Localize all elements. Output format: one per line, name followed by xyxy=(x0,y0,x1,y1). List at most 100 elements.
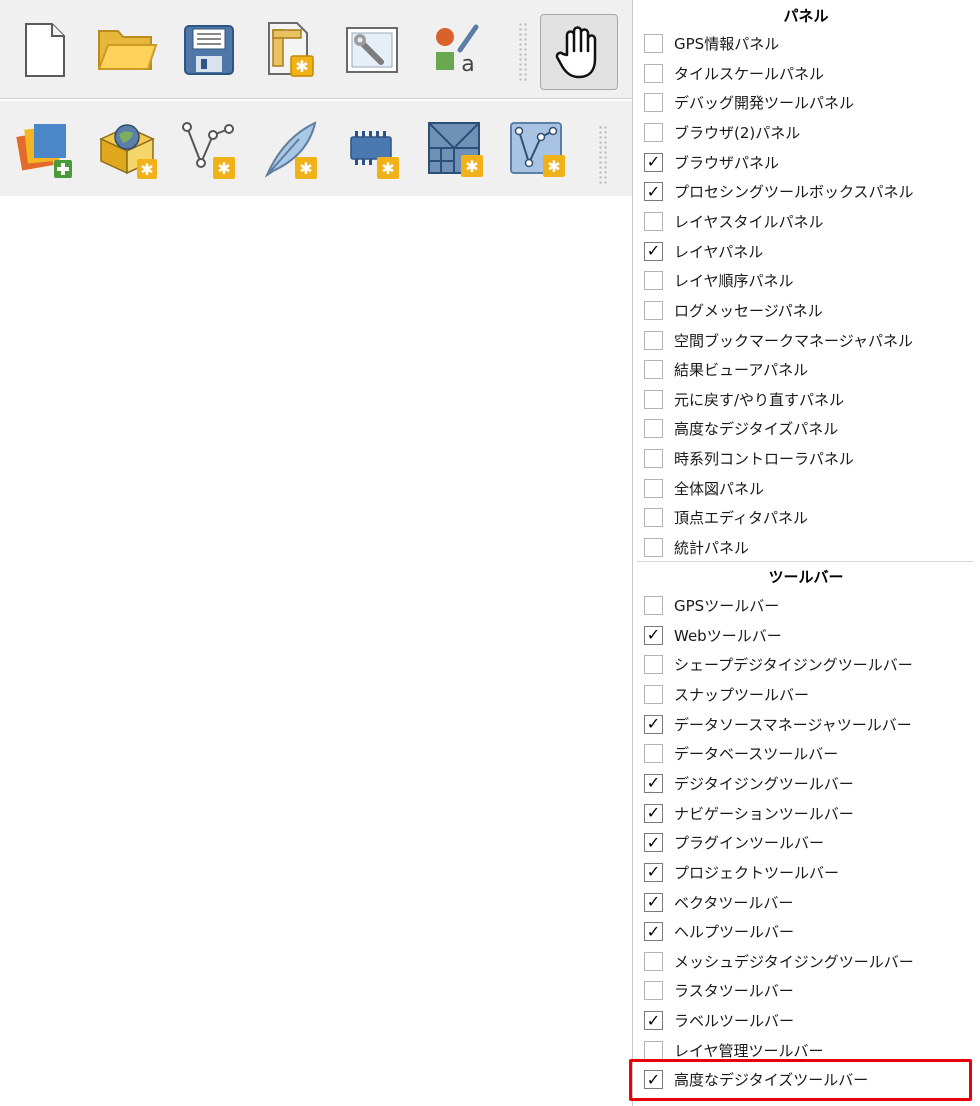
menu-item-checkbox[interactable] xyxy=(644,744,663,764)
menu-item[interactable]: ✓ ヘルプツールバー xyxy=(633,917,979,946)
menu-item[interactable]: スナップツールバー xyxy=(633,680,979,709)
menu-item[interactable]: レイヤ順序パネル xyxy=(633,266,979,295)
menu-item-checkbox[interactable] xyxy=(644,63,663,83)
menu-item-label: デバッグ開発ツールパネル xyxy=(674,94,855,113)
menu-item[interactable]: ブラウザ(2)パネル xyxy=(633,118,979,147)
menu-item-checkbox[interactable]: ✓ xyxy=(644,922,663,942)
menu-item[interactable]: ✓ ブラウザパネル xyxy=(633,148,979,177)
new-print-layout-button[interactable]: ✱ xyxy=(256,14,326,86)
menu-item[interactable]: ログメッセージパネル xyxy=(633,296,979,325)
menu-item[interactable]: シェープデジタイジングツールバー xyxy=(633,650,979,679)
open-project-button[interactable] xyxy=(92,14,162,86)
layout-manager-button[interactable] xyxy=(338,14,408,86)
menu-item-checkbox[interactable] xyxy=(644,596,663,615)
menu-item-checkbox[interactable] xyxy=(644,684,663,704)
menu-item-label: データソースマネージャツールバー xyxy=(674,715,912,734)
menu-item-label: ブラウザパネル xyxy=(674,153,780,172)
menu-item-checkbox[interactable] xyxy=(644,211,663,231)
menu-item[interactable]: ✓ デジタイジングツールバー xyxy=(633,769,979,798)
menu-item[interactable]: ✓ Webツールバー xyxy=(633,621,979,650)
menu-item-checkbox[interactable]: ✓ xyxy=(644,625,663,645)
menu-item-checkbox[interactable] xyxy=(644,300,663,320)
toolbar-grip[interactable] xyxy=(598,125,608,185)
menu-item-checkbox[interactable] xyxy=(644,449,663,469)
new-temporary-scratch-layer-icon: ✱ xyxy=(264,121,317,179)
menu-item[interactable]: メッシュデジタイジングツールバー xyxy=(633,947,979,976)
data-source-toolbar: ✱ ✱ ✱ ✱ ✱ ✱ xyxy=(0,100,632,197)
new-geopackage-layer-button[interactable]: ✱ xyxy=(92,113,162,185)
menu-item-checkbox[interactable] xyxy=(644,330,663,350)
menu-item-checkbox[interactable] xyxy=(644,34,663,53)
menu-item-checkbox[interactable]: ✓ xyxy=(644,714,663,734)
menu-item-checkbox[interactable] xyxy=(644,389,663,409)
layout-manager-icon xyxy=(346,27,398,73)
menu-item-checkbox[interactable]: ✓ xyxy=(644,773,663,793)
pan-map-button[interactable] xyxy=(540,14,618,90)
menu-item-label: 空間ブックマークマネージャパネル xyxy=(674,331,913,350)
check-mark-icon: ✓ xyxy=(646,892,661,911)
menu-item[interactable]: タイルスケールパネル xyxy=(633,59,979,88)
pan-map-icon xyxy=(555,26,597,79)
menu-item-checkbox[interactable] xyxy=(644,1040,663,1060)
new-temporary-scratch-layer-button[interactable]: ✱ xyxy=(256,113,326,185)
new-gps-layer-button[interactable]: ✱ xyxy=(502,113,572,185)
map-canvas[interactable] xyxy=(0,196,632,1106)
menu-item[interactable]: ✓ レイヤパネル xyxy=(633,237,979,266)
menu-item-checkbox[interactable] xyxy=(644,271,663,291)
menu-item[interactable]: GPS情報パネル xyxy=(633,29,979,58)
menu-item-checkbox[interactable] xyxy=(644,360,663,380)
menu-item[interactable]: 統計パネル xyxy=(633,533,979,562)
menu-item[interactable]: 時系列コントローラパネル xyxy=(633,444,979,473)
menu-item-checkbox[interactable]: ✓ xyxy=(644,803,663,823)
menu-item[interactable]: 全体図パネル xyxy=(633,474,979,503)
menu-item-checkbox[interactable]: ✓ xyxy=(644,241,663,261)
menu-item-checkbox[interactable] xyxy=(644,93,663,113)
menu-item-checkbox[interactable] xyxy=(644,419,663,439)
menu-item[interactable]: 高度なデジタイズパネル xyxy=(633,414,979,443)
menu-item-checkbox[interactable] xyxy=(644,508,663,528)
menu-item[interactable]: ✓ ラベルツールバー xyxy=(633,1006,979,1035)
menu-item-checkbox[interactable] xyxy=(644,655,663,675)
menu-item-checkbox[interactable]: ✓ xyxy=(644,833,663,853)
menu-item-checkbox[interactable]: ✓ xyxy=(644,152,663,172)
svg-text:✱: ✱ xyxy=(299,159,312,178)
menu-item[interactable]: ラスタツールバー xyxy=(633,976,979,1005)
menu-item-checkbox[interactable] xyxy=(644,538,663,558)
save-project-button[interactable] xyxy=(174,14,244,86)
menu-item[interactable]: データベースツールバー xyxy=(633,739,979,768)
data-source-manager-button[interactable] xyxy=(10,113,80,185)
menu-item-checkbox[interactable] xyxy=(644,478,663,498)
new-shapefile-layer-button[interactable]: ✱ xyxy=(174,113,244,185)
menu-item-label: デジタイジングツールバー xyxy=(674,774,854,793)
menu-item-checkbox[interactable]: ✓ xyxy=(644,182,663,202)
new-virtual-layer-icon: ✱ xyxy=(350,131,399,179)
menu-item-label: プロセシングツールボックスパネル xyxy=(674,183,914,202)
menu-item-checkbox[interactable] xyxy=(644,981,663,1001)
menu-item[interactable]: ✓ ベクタツールバー xyxy=(633,888,979,917)
menu-item-label: 統計パネル xyxy=(674,539,750,558)
menu-item-label: レイヤパネル xyxy=(674,242,764,261)
new-virtual-layer-button[interactable]: ✱ xyxy=(338,113,408,185)
new-project-button[interactable] xyxy=(10,14,80,86)
menu-item-checkbox[interactable] xyxy=(644,122,663,142)
menu-item-checkbox[interactable] xyxy=(644,951,663,971)
menu-item[interactable]: ✓ ナビゲーションツールバー xyxy=(633,799,979,828)
menu-item[interactable]: GPSツールバー xyxy=(633,591,979,620)
menu-item[interactable]: デバッグ開発ツールパネル xyxy=(633,88,979,117)
menu-item[interactable]: ✓ プロジェクトツールバー xyxy=(633,858,979,887)
menu-item-checkbox[interactable]: ✓ xyxy=(644,1011,663,1031)
toolbar-grip[interactable] xyxy=(518,22,528,82)
menu-item[interactable]: 空間ブックマークマネージャパネル xyxy=(633,326,979,355)
menu-item[interactable]: 頂点エディタパネル xyxy=(633,503,979,532)
style-manager-button[interactable]: a xyxy=(420,14,490,86)
menu-item[interactable]: 結果ビューアパネル xyxy=(633,355,979,384)
menu-item[interactable]: 元に戻す/やり直すパネル xyxy=(633,385,979,414)
menu-item-checkbox[interactable]: ✓ xyxy=(644,892,663,912)
menu-item-checkbox[interactable]: ✓ xyxy=(644,862,663,882)
menu-item[interactable]: ✓ データソースマネージャツールバー xyxy=(633,710,979,739)
menu-item[interactable]: レイヤスタイルパネル xyxy=(633,207,979,236)
menu-item-label: 時系列コントローラパネル xyxy=(674,450,854,469)
menu-item[interactable]: ✓ プロセシングツールボックスパネル xyxy=(633,177,979,206)
new-mesh-layer-button[interactable]: ✱ xyxy=(420,113,490,185)
menu-item[interactable]: ✓ プラグインツールバー xyxy=(633,828,979,857)
